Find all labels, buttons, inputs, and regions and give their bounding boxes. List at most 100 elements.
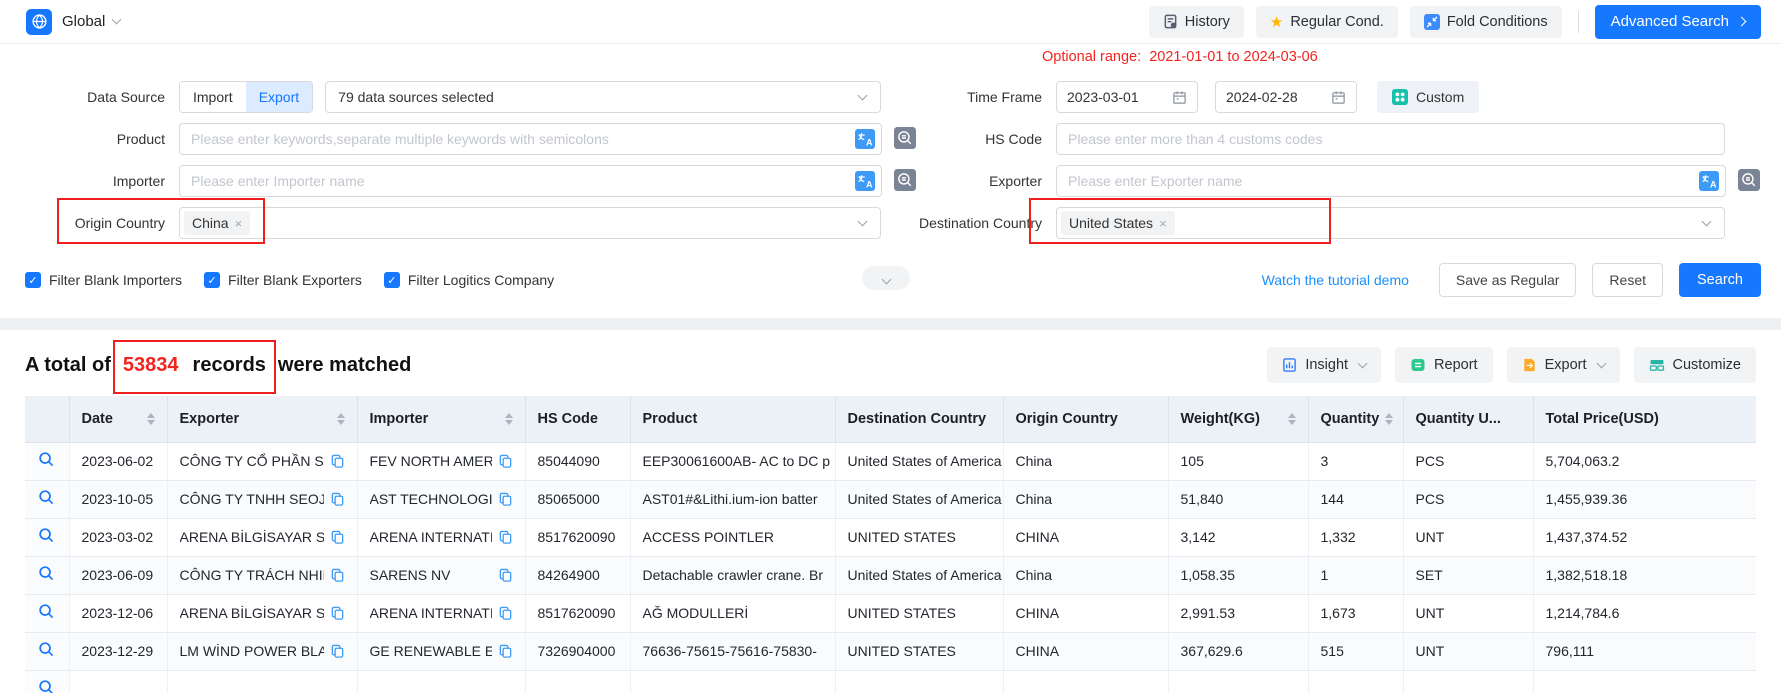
regular-cond-button[interactable]: Regular Cond.: [1256, 6, 1398, 38]
row-detail-button[interactable]: [25, 632, 69, 670]
exporter-input[interactable]: [1056, 165, 1726, 197]
import-tab[interactable]: Import: [180, 82, 246, 112]
col-destination-header: Destination Country: [835, 396, 1003, 442]
data-sources-select[interactable]: 79 data sources selected: [325, 81, 881, 113]
row-detail-button[interactable]: [25, 594, 69, 632]
tutorial-link[interactable]: Watch the tutorial demo: [1262, 272, 1409, 288]
divider: [1578, 11, 1579, 33]
cell-exporter: CÔNG TY TNHH SEOJI: [167, 480, 357, 518]
translate-icon[interactable]: A: [855, 171, 875, 191]
translate-icon[interactable]: A: [855, 129, 875, 149]
table-row: 2023-12-06ARENA BİLGİSAYAR SARENA INTERN…: [25, 594, 1756, 632]
product-input[interactable]: [179, 123, 882, 155]
customize-button[interactable]: Customize: [1634, 347, 1757, 383]
cell-total-price: 1,214,784.6: [1533, 594, 1756, 632]
export-button[interactable]: Export: [1507, 347, 1620, 383]
copy-icon[interactable]: [330, 454, 345, 469]
exporter-label: Exporter: [917, 173, 1042, 189]
cell-quantity: 3: [1308, 442, 1403, 480]
save-as-regular-button[interactable]: Save as Regular: [1439, 263, 1577, 297]
hs-code-label: HS Code: [917, 131, 1042, 147]
sort-icon[interactable]: [505, 413, 513, 425]
sort-icon[interactable]: [1288, 413, 1296, 425]
history-button[interactable]: History: [1149, 6, 1244, 38]
col-weight-header[interactable]: Weight(KG): [1168, 396, 1308, 442]
magnifier-icon: [38, 489, 55, 506]
copy-icon[interactable]: [498, 606, 513, 621]
remove-tag-icon[interactable]: ×: [1159, 216, 1167, 231]
copy-icon[interactable]: [330, 644, 345, 659]
advanced-search-button[interactable]: Advanced Search: [1595, 5, 1761, 39]
copy-icon[interactable]: [498, 568, 513, 583]
fold-conditions-button[interactable]: Fold Conditions: [1410, 6, 1562, 38]
table-row: 2023-06-02CÔNG TY CỔ PHẦN SẢFEV NORTH AM…: [25, 442, 1756, 480]
copy-icon[interactable]: [498, 492, 513, 507]
globe-logo-icon: [26, 9, 52, 35]
collapse-conditions-button[interactable]: [862, 266, 910, 290]
exact-match-button[interactable]: [1737, 169, 1761, 193]
copy-icon[interactable]: [498, 454, 513, 469]
col-importer-header[interactable]: Importer: [357, 396, 525, 442]
row-detail-button[interactable]: [25, 480, 69, 518]
importer-input[interactable]: [179, 165, 882, 197]
col-exporter-header[interactable]: Exporter: [167, 396, 357, 442]
region-selector[interactable]: Global: [62, 13, 120, 30]
cell-origin: CHINA: [1003, 594, 1168, 632]
row-detail-button[interactable]: [25, 670, 69, 693]
calendar-icon: [1172, 90, 1187, 105]
sort-icon[interactable]: [337, 413, 345, 425]
cell-destination: United States of America: [835, 480, 1003, 518]
copy-icon[interactable]: [330, 530, 345, 545]
translate-icon[interactable]: A: [1699, 171, 1719, 191]
insight-button[interactable]: Insight: [1267, 347, 1381, 383]
search-button[interactable]: Search: [1679, 263, 1761, 297]
filter-logistics-company-checkbox[interactable]: Filter Logitics Company: [384, 272, 554, 288]
destination-country-select[interactable]: United States ×: [1056, 207, 1725, 239]
hs-code-input[interactable]: [1056, 123, 1725, 155]
cell-product: AĞ MODULLERİ: [630, 594, 835, 632]
row-detail-button[interactable]: [25, 518, 69, 556]
copy-icon[interactable]: [330, 568, 345, 583]
origin-country-select[interactable]: China ×: [179, 207, 881, 239]
magnifier-icon: [38, 603, 55, 620]
copy-icon[interactable]: [330, 492, 345, 507]
sort-icon[interactable]: [1385, 413, 1393, 425]
custom-range-button[interactable]: Custom: [1377, 81, 1479, 113]
reset-button[interactable]: Reset: [1592, 263, 1663, 297]
export-tab[interactable]: Export: [246, 82, 312, 112]
date-to-input[interactable]: 2024-02-28: [1215, 81, 1357, 113]
customize-icon: [1649, 357, 1665, 373]
cell-date: 2023-12-29: [69, 632, 167, 670]
copy-icon[interactable]: [330, 606, 345, 621]
cell-date: 2023-03-02: [69, 518, 167, 556]
cell-weight: 367,629.6: [1168, 632, 1308, 670]
col-date-header[interactable]: Date: [69, 396, 167, 442]
cell-quantity-unit: UNT: [1403, 594, 1533, 632]
copy-icon[interactable]: [498, 530, 513, 545]
cell-origin: CHINA: [1003, 632, 1168, 670]
col-actions-header: [25, 396, 69, 442]
svg-text:A: A: [866, 138, 873, 148]
date-from-input[interactable]: 2023-03-01: [1056, 81, 1198, 113]
sort-icon[interactable]: [147, 413, 155, 425]
cell-product: ACCESS POINTLER: [630, 518, 835, 556]
report-button[interactable]: Report: [1395, 347, 1493, 383]
row-detail-button[interactable]: [25, 442, 69, 480]
table-row-partial: [25, 670, 1756, 693]
cell-hscode: 7326904000: [525, 632, 630, 670]
exact-match-button[interactable]: [893, 127, 917, 151]
col-hscode-header: HS Code: [525, 396, 630, 442]
cell-date: 2023-10-05: [69, 480, 167, 518]
row-detail-button[interactable]: [25, 556, 69, 594]
filter-blank-importers-checkbox[interactable]: Filter Blank Importers: [25, 272, 182, 288]
app-root: Global History Regular Cond. Fold Condit…: [0, 0, 1781, 693]
filter-blank-exporters-checkbox[interactable]: Filter Blank Exporters: [204, 272, 362, 288]
copy-icon[interactable]: [498, 644, 513, 659]
exact-match-button[interactable]: [893, 169, 917, 193]
remove-tag-icon[interactable]: ×: [235, 216, 243, 231]
cell-origin: CHINA: [1003, 518, 1168, 556]
results-panel: A total of 53834 records were matched In…: [0, 330, 1781, 693]
cell-quantity-unit: PCS: [1403, 480, 1533, 518]
col-quantity-header[interactable]: Quantity: [1308, 396, 1403, 442]
cell-product: AST01#&Lithi.ium-ion batter: [630, 480, 835, 518]
